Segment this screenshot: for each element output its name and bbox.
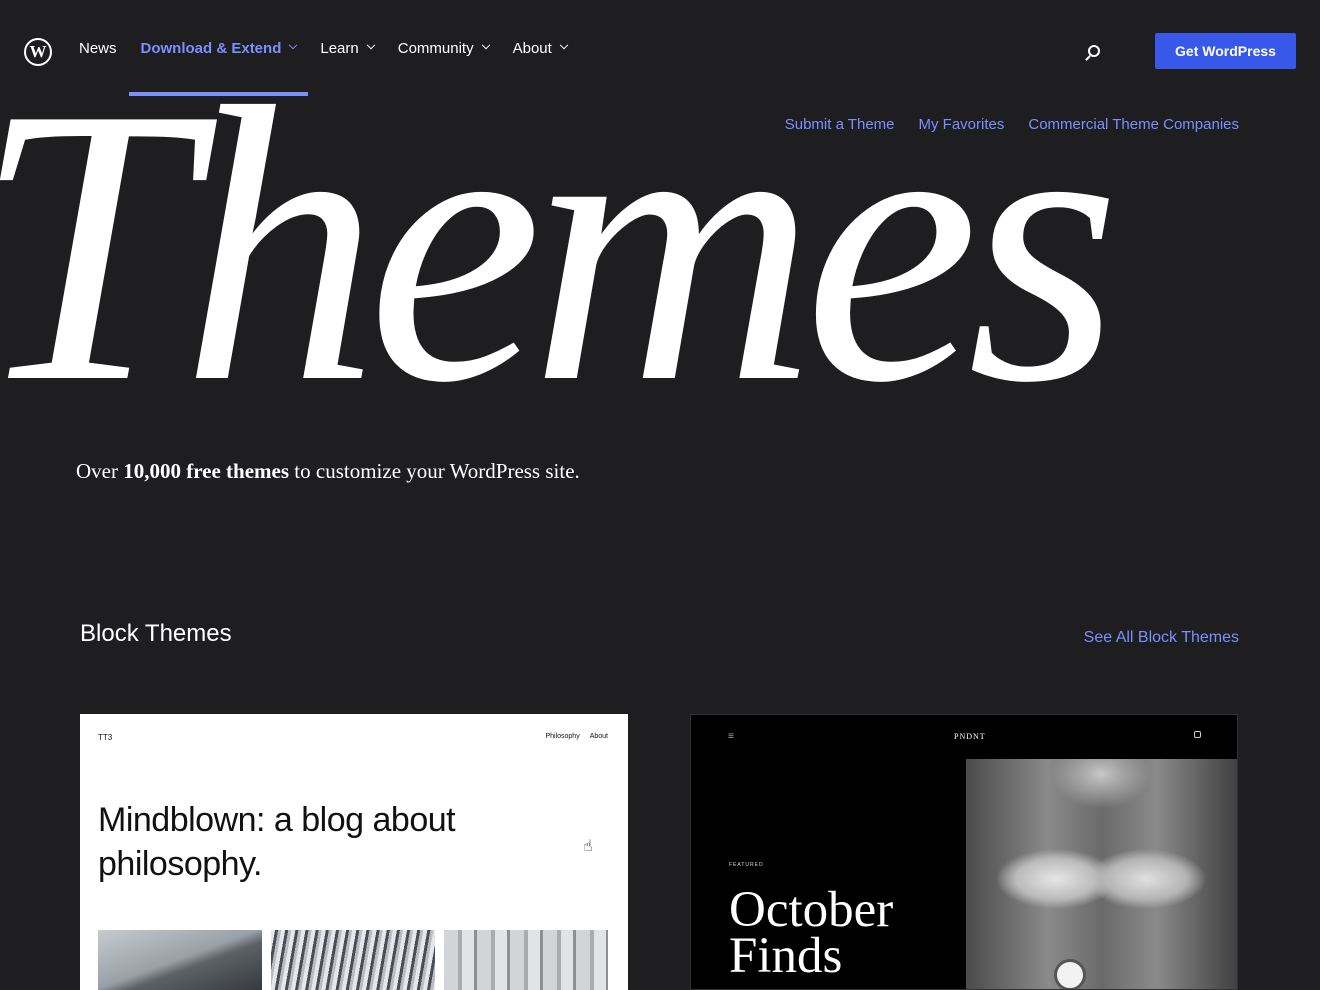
theme-card-tt3[interactable]: TT3 Philosophy About Mindblown: a blog a… xyxy=(80,714,628,990)
theme-card-pndnt[interactable]: ≡ PNDNT FEATURED October Finds xyxy=(690,714,1238,990)
hero-tagline: Over 10,000 free themes to customize you… xyxy=(76,459,580,484)
see-all-block-themes-link[interactable]: See All Block Themes xyxy=(1084,629,1239,647)
theme-preview-link: Philosophy xyxy=(545,733,580,740)
tagline-suffix: to customize your WordPress site. xyxy=(289,459,580,483)
hero-title: Themes xyxy=(0,27,1121,464)
tagline-prefix: Over xyxy=(76,459,124,483)
theme-preview-link: About xyxy=(589,733,608,740)
section-title: Block Themes xyxy=(80,620,232,647)
featured-label: FEATURED xyxy=(729,862,764,868)
theme-preview-photo xyxy=(966,759,1237,989)
theme-preview-brand: TT3 xyxy=(98,733,113,742)
my-favorites-link[interactable]: My Favorites xyxy=(919,116,1005,133)
theme-preview-image xyxy=(444,930,608,990)
wristwatch-image xyxy=(1054,959,1086,989)
tagline-bold: 10,000 free themes xyxy=(123,459,290,483)
menu-icon: ≡ xyxy=(728,731,734,742)
submit-theme-link[interactable]: Submit a Theme xyxy=(785,116,895,133)
get-wordpress-button[interactable]: Get WordPress xyxy=(1155,33,1296,69)
instagram-icon xyxy=(1194,731,1201,738)
theme-preview-headline: Mindblown: a blog about philosophy. xyxy=(98,801,456,883)
theme-preview-image xyxy=(271,930,435,990)
theme-preview-brand: PNDNT xyxy=(954,732,986,741)
hand-cursor-icon: ☝ xyxy=(583,838,593,855)
theme-subnav: Submit a Theme My Favorites Commercial T… xyxy=(785,116,1239,133)
headline-line: October xyxy=(729,882,894,938)
theme-preview-image xyxy=(98,930,262,990)
theme-preview-headline: October Finds xyxy=(729,882,894,984)
theme-preview-nav: Philosophy About xyxy=(545,733,608,740)
headline-line: Finds xyxy=(729,928,843,984)
commercial-theme-companies-link[interactable]: Commercial Theme Companies xyxy=(1028,116,1239,133)
